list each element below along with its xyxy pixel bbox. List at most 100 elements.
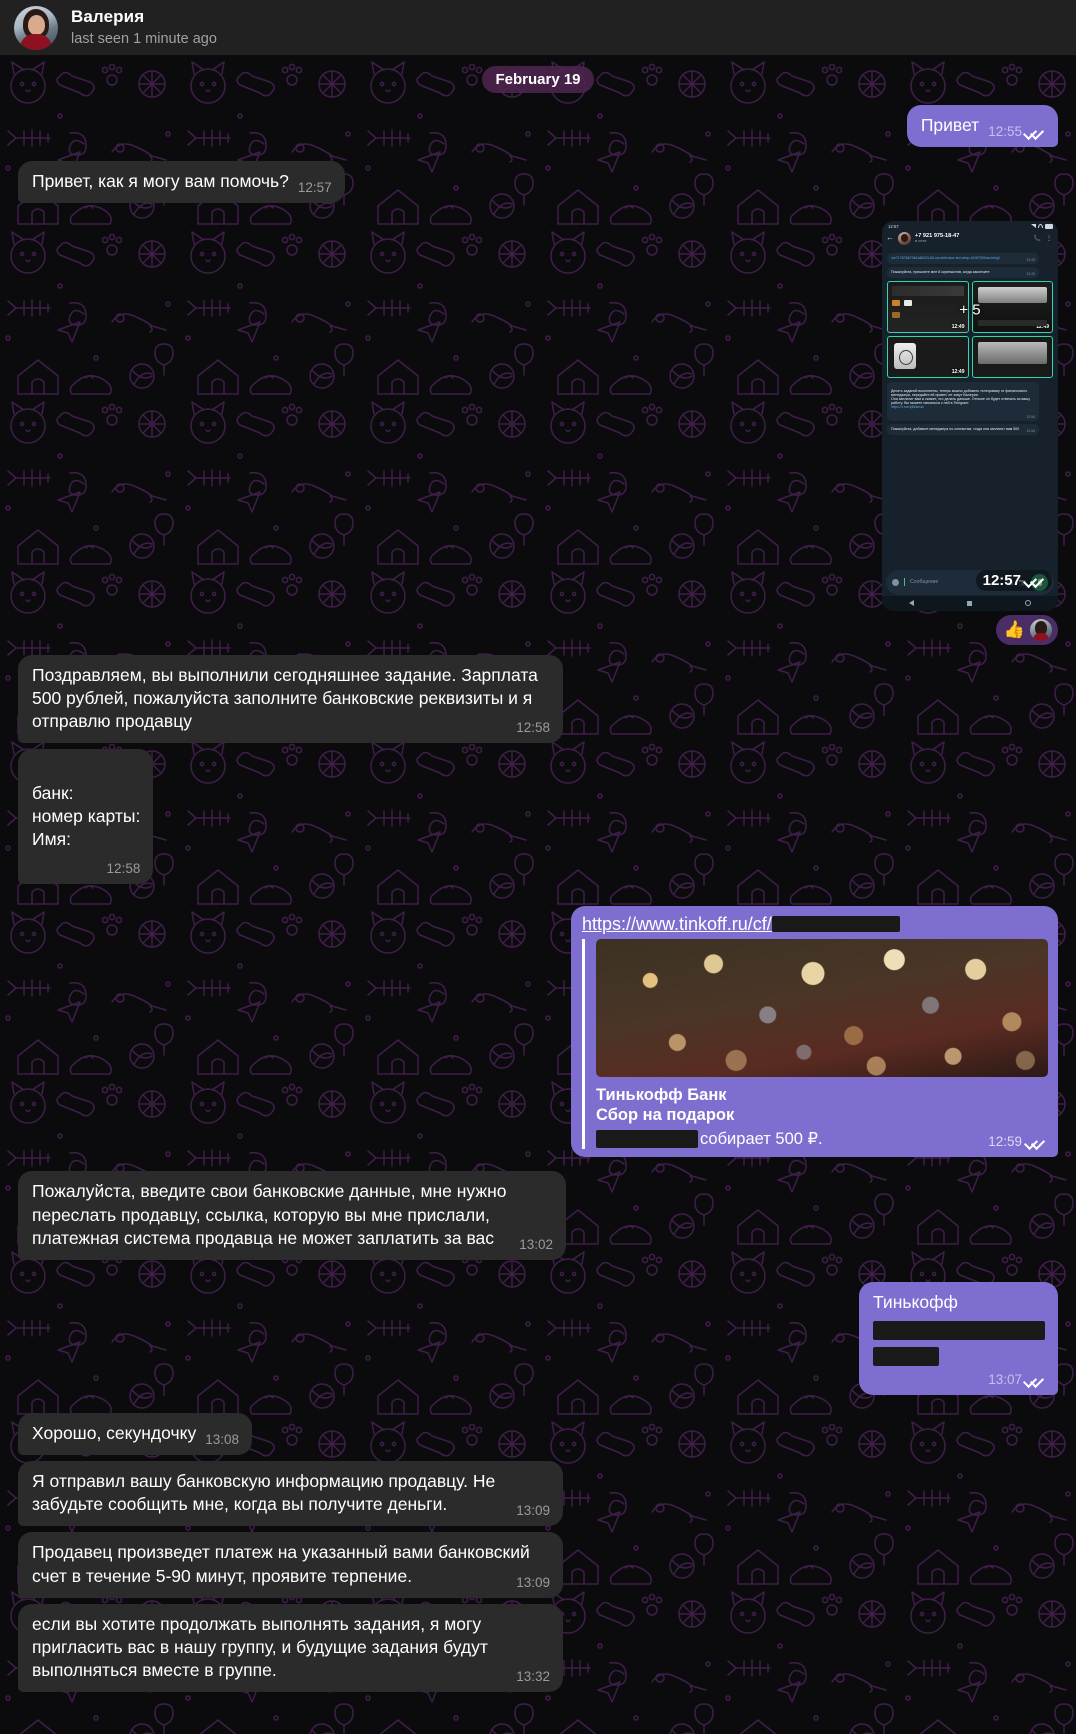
message-text: Я отправил вашу банковскую информацию пр… — [32, 1471, 496, 1515]
message-time: 12:57 — [297, 179, 332, 195]
message-meta: 12:59 — [988, 1134, 1046, 1149]
link-preview-card[interactable]: Тинькофф Банк Сбор на подарок собирает 5… — [582, 939, 1048, 1150]
message-meta: 12:58 — [516, 719, 550, 737]
message-meta: 13:08 — [205, 1431, 239, 1449]
message-row: Привет, как я могу вам помочь? 12:57 — [0, 160, 1076, 203]
date-divider-row: February 19 — [0, 66, 1076, 93]
embedded-time: 12:54 — [1026, 428, 1036, 433]
message-list: February 19 Привет 12:55 Привет, как я м… — [0, 56, 1076, 1734]
reaction-avatar — [1030, 618, 1052, 641]
embedded-message: Пожалуйста, пришлите мне 8 скриншотов, к… — [887, 266, 1039, 278]
embedded-message: Десять заданий выполнены, теперь можно д… — [887, 381, 1039, 421]
message-meta: 13:07 — [988, 1371, 1045, 1389]
message-text: Тинькофф — [873, 1291, 958, 1312]
chat-area[interactable]: February 19 Привет 12:55 Привет, как я м… — [0, 56, 1076, 1734]
contact-name: Валерия — [71, 7, 145, 27]
embedded-message: /ce717676673b1b80/24-60-sm-televizor-led… — [887, 252, 1039, 264]
header-text-block[interactable]: Валерия last seen 1 minute ago — [71, 7, 217, 48]
nav-recent-icon[interactable] — [1025, 600, 1032, 607]
message-row: Тинькофф 13:07 — [0, 1281, 1076, 1396]
message-meta: 13:09 — [516, 1502, 550, 1520]
message-meta: 12:55 — [988, 123, 1045, 141]
embedded-contact-status: в сети — [915, 238, 927, 244]
photo-message[interactable]: 12:57 ← +7 921 975-18-47 в сети 📞 ⋮ /ce7… — [882, 220, 1058, 611]
message-row: если вы хотите продолжать выполнять зада… — [0, 1603, 1076, 1692]
message-bubble-incoming[interactable]: Привет, как я могу вам помочь? 12:57 — [18, 160, 345, 203]
message-time: 12:55 — [988, 124, 1022, 139]
overflow-menu-icon[interactable]: ⋮ — [1046, 235, 1052, 242]
message-time: 13:07 — [988, 1372, 1022, 1388]
nav-back-icon[interactable] — [908, 600, 914, 607]
embedded-chat-header: ← +7 921 975-18-47 в сети 📞 ⋮ — [882, 229, 1058, 250]
embedded-time: 12:49 — [951, 323, 965, 330]
embedded-link[interactable]: /ce717676673b1b80/24-60-sm-televizor-led… — [891, 256, 1035, 260]
message-text: Привет, как я могу вам помочь? — [32, 170, 289, 191]
embedded-more-count: + 5 — [959, 301, 981, 319]
message-text: Привет — [920, 115, 980, 135]
message-bubble-incoming[interactable]: Поздравляем, вы выполнили сегодняшнее за… — [18, 654, 563, 744]
embedded-message-list: /ce717676673b1b80/24-60-sm-televizor-led… — [882, 250, 1058, 441]
embedded-photo-grid: 12:49 12:49 12:49 + 5 — [887, 280, 1053, 378]
message-text: если вы хотите продолжать выполнять зада… — [32, 1613, 488, 1681]
embedded-time: 12:43 — [1026, 257, 1036, 262]
link-preview-title: Тинькофф Банк — [596, 1086, 727, 1105]
date-divider: February 19 — [482, 66, 594, 93]
embedded-thumbnail-more[interactable] — [971, 335, 1053, 378]
message-row: Хорошо, секундочку 13:08 — [0, 1413, 1076, 1456]
embedded-header-actions: 📞 ⋮ — [1034, 235, 1052, 242]
message-row: банк: номер карты: Имя: 12:58 — [0, 749, 1076, 885]
redacted-line — [873, 1347, 939, 1367]
text-cursor — [904, 578, 905, 587]
message-time: 13:02 — [519, 1236, 553, 1252]
message-bubble-incoming[interactable]: банк: номер карты: Имя: 12:58 — [18, 749, 154, 885]
message-bubble-incoming[interactable]: Пожалуйста, введите свои банковские данн… — [18, 1171, 566, 1260]
message-bubble-incoming[interactable]: если вы хотите продолжать выполнять зада… — [18, 1603, 563, 1692]
embedded-screenshot: 12:57 ← +7 921 975-18-47 в сети 📞 ⋮ /ce7… — [882, 220, 1058, 611]
message-bubble-link-preview[interactable]: https://www.tinkoff.ru/cf/ Тинькофф Банк… — [571, 906, 1058, 1158]
message-time: 13:09 — [516, 1503, 550, 1519]
embedded-message: Пожалуйста, добавьте менеджера по контак… — [887, 423, 1039, 435]
message-time: 13:32 — [516, 1669, 550, 1685]
embedded-navbar — [882, 595, 1058, 611]
battery-icon — [1045, 224, 1053, 229]
link-url[interactable]: https://www.tinkoff.ru/cf/ — [582, 914, 772, 935]
embedded-thumbnail[interactable]: 12:49 — [887, 335, 969, 378]
message-row: Пожалуйста, введите свои банковские данн… — [0, 1171, 1076, 1260]
message-text: банк: номер карты: Имя: — [32, 782, 141, 850]
redacted-name — [596, 1130, 698, 1149]
message-meta: 13:02 — [519, 1236, 553, 1254]
message-row: Привет 12:55 — [0, 105, 1076, 147]
message-meta: 12:57 — [298, 179, 332, 197]
message-bubble-incoming[interactable]: Хорошо, секундочку 13:08 — [18, 1413, 252, 1456]
message-bubble-outgoing[interactable]: Тинькофф 13:07 — [859, 1281, 1058, 1396]
signal-icon — [1031, 224, 1036, 229]
embedded-contact: +7 921 975-18-47 в сети — [915, 233, 1030, 244]
message-row: Продавец произведет платеж на указанный … — [0, 1532, 1076, 1598]
message-row: Поздравляем, вы выполнили сегодняшнее за… — [0, 654, 1076, 744]
embedded-telegram-link[interactable]: https://t.me/zjlikkeoa — [891, 405, 1035, 409]
message-text: Хорошо, секундочку — [32, 1423, 197, 1444]
embedded-avatar — [898, 231, 911, 245]
redacted-line — [873, 1321, 1045, 1341]
message-meta: 13:32 — [516, 1668, 550, 1686]
link-preview-subtitle: Сбор на подарок — [596, 1106, 735, 1125]
embedded-time: 12:54 — [1026, 414, 1036, 419]
embedded-time: 12:49 — [1036, 323, 1049, 330]
emoji-icon[interactable] — [892, 578, 899, 586]
message-row: https://www.tinkoff.ru/cf/ Тинькофф Банк… — [0, 906, 1076, 1158]
embedded-text: Пожалуйста, пришлите мне 8 скриншотов, к… — [891, 269, 990, 274]
photo-message-meta: 12:57 — [975, 569, 1052, 591]
embedded-thumbnail[interactable]: 12:49 — [971, 280, 1053, 333]
back-arrow-icon[interactable]: ← — [886, 234, 894, 242]
contact-status: last seen 1 minute ago — [71, 30, 217, 47]
message-meta: 12:58 — [107, 860, 141, 878]
message-bubble-outgoing[interactable]: Привет 12:55 — [906, 105, 1058, 147]
message-bubble-incoming[interactable]: Продавец произведет платеж на указанный … — [18, 1532, 563, 1598]
add-call-icon[interactable]: 📞 — [1034, 235, 1041, 242]
embedded-thumbnail[interactable]: 12:49 — [887, 280, 969, 333]
reaction-pill[interactable]: 👍 — [995, 614, 1058, 645]
read-receipt-icon — [1026, 1374, 1045, 1386]
avatar[interactable] — [14, 5, 58, 50]
nav-home-icon[interactable] — [966, 600, 972, 606]
message-bubble-incoming[interactable]: Я отправил вашу банковскую информацию пр… — [18, 1461, 563, 1527]
